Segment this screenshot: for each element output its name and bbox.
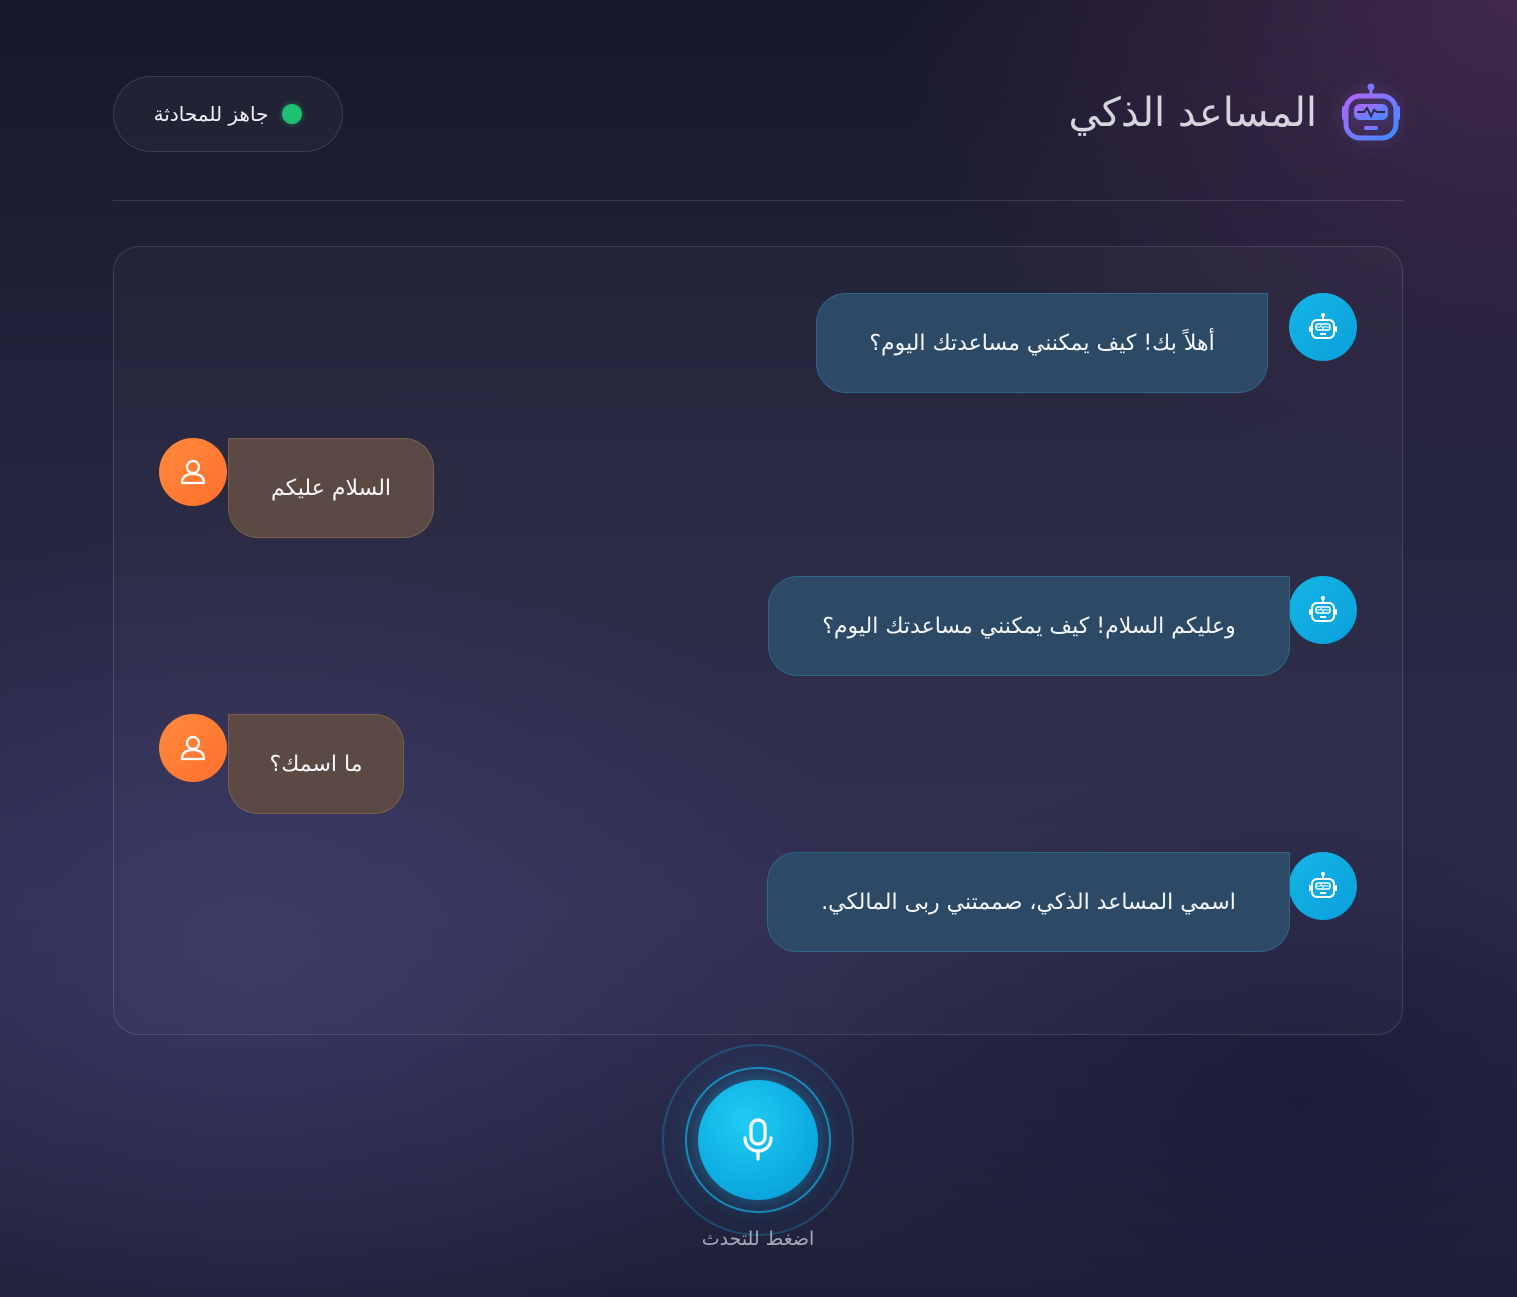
- robot-icon: [1339, 81, 1403, 145]
- status-indicator-dot: [282, 104, 303, 124]
- brand: المساعد الذكي: [1068, 82, 1403, 144]
- user-icon: [180, 735, 206, 761]
- microphone-button[interactable]: [698, 1080, 818, 1200]
- page-title: المساعد الذكي: [1068, 90, 1317, 136]
- chat-panel: أهلاً بك! كيف يمكنني مساعدتك اليوم؟ السل…: [113, 246, 1403, 1035]
- header: جاهز للمحادثة المساعد الذكي: [113, 60, 1403, 170]
- user-message-bubble: السلام عليكم: [228, 438, 434, 538]
- robot-icon: [1309, 313, 1337, 339]
- microphone-icon: [743, 1118, 773, 1161]
- bot-message-bubble: اسمي المساعد الذكي، صممتني ربى المالكي.: [767, 852, 1290, 952]
- bot-message-bubble: وعليكم السلام! كيف يمكنني مساعدتك اليوم؟: [768, 576, 1290, 676]
- user-icon: [180, 459, 206, 485]
- user-avatar: [159, 714, 227, 782]
- mic-label: اضغط للتحدث: [701, 1228, 815, 1250]
- bot-avatar: [1289, 852, 1357, 920]
- status-badge: جاهز للمحادثة: [113, 76, 343, 152]
- user-avatar: [159, 438, 227, 506]
- bot-avatar: [1289, 293, 1357, 361]
- mic-control: [662, 1044, 854, 1236]
- user-message-bubble: ما اسمك؟: [228, 714, 404, 814]
- robot-icon: [1309, 872, 1337, 898]
- bot-message-bubble: أهلاً بك! كيف يمكنني مساعدتك اليوم؟: [816, 293, 1268, 393]
- robot-icon: [1309, 596, 1337, 622]
- header-divider: [113, 200, 1403, 201]
- status-label: جاهز للمحادثة: [153, 102, 269, 126]
- bot-avatar: [1289, 576, 1357, 644]
